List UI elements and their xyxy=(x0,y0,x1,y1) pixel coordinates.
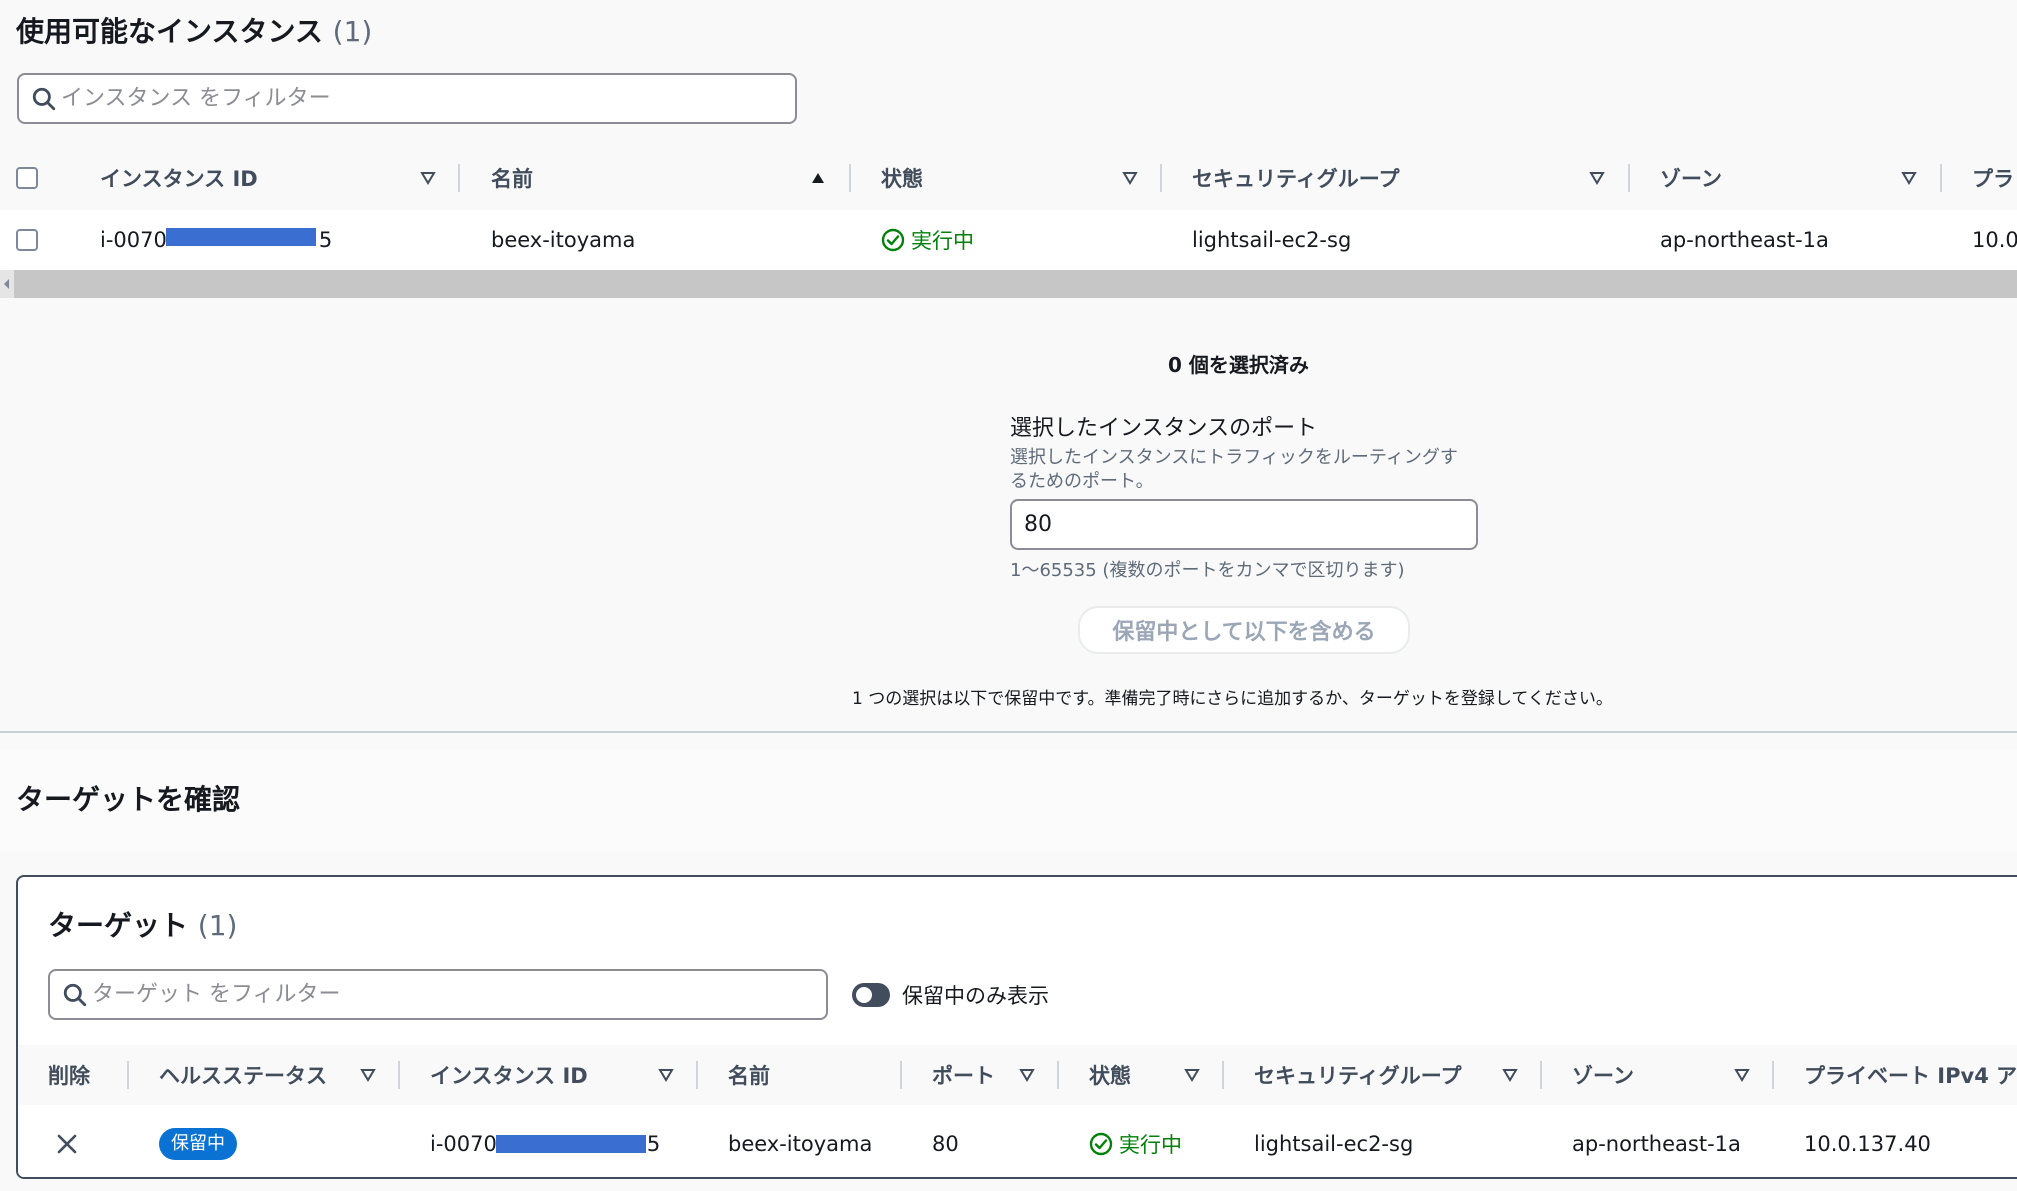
pending-badge: 保留中 xyxy=(159,1128,237,1160)
col-name: 名前 xyxy=(728,1064,770,1088)
name-cell: beex-itoyama xyxy=(491,228,636,252)
sort-down-icon[interactable] xyxy=(1184,1067,1200,1083)
port-description-2: るためのポート。 xyxy=(1010,471,1154,492)
col-instance-id[interactable]: インスタンス ID xyxy=(100,148,258,208)
column-divider[interactable] xyxy=(127,1061,129,1089)
sort-down-icon[interactable] xyxy=(1589,170,1605,186)
horizontal-scrollbar[interactable] xyxy=(0,270,2017,298)
check-circle-icon xyxy=(1089,1132,1113,1156)
targets-container: ターゲット (1) 保留中のみ表示 削除 ヘルスステータス インスタンス ID … xyxy=(16,875,2017,1179)
col-remove: 削除 xyxy=(48,1064,90,1088)
remove-icon[interactable] xyxy=(55,1132,79,1156)
pending-only-label: 保留中のみ表示 xyxy=(902,984,1049,1008)
check-circle-icon xyxy=(881,228,905,252)
column-divider[interactable] xyxy=(398,1061,400,1089)
zone-cell: ap-northeast-1a xyxy=(1572,1132,1741,1156)
instance-id-tail: 5 xyxy=(318,228,333,252)
port-description-1: 選択したインスタンスにトラフィックをルーティングす xyxy=(1010,447,1458,468)
zone-cell: ap-northeast-1a xyxy=(1660,228,1829,252)
redaction-mark xyxy=(166,228,316,246)
col-state[interactable]: 状態 xyxy=(1089,1045,1131,1105)
available-instances-title: 使用可能なインスタンス xyxy=(16,15,323,48)
col-security-group[interactable]: セキュリティグループ xyxy=(1254,1045,1461,1105)
col-security-group[interactable]: セキュリティグループ xyxy=(1192,148,1399,208)
col-private-ip[interactable]: プラ xyxy=(1972,148,2014,208)
column-divider[interactable] xyxy=(1540,1061,1542,1089)
column-divider[interactable] xyxy=(696,1061,698,1089)
security-group-cell: lightsail-ec2-sg xyxy=(1254,1132,1414,1156)
instance-id-tail: 5 xyxy=(646,1132,661,1156)
col-zone[interactable]: ゾーン xyxy=(1572,1045,1634,1105)
targets-heading: ターゲット (1) xyxy=(48,904,237,944)
col-port[interactable]: ポート xyxy=(932,1045,995,1105)
column-divider[interactable] xyxy=(1222,1061,1224,1089)
port-hint: 1～65535 (複数のポートをカンマで区切ります) xyxy=(1010,560,1405,581)
state-text: 実行中 xyxy=(1119,1133,1182,1157)
sort-down-icon[interactable] xyxy=(1901,170,1917,186)
review-section xyxy=(0,751,2017,851)
column-divider[interactable] xyxy=(1160,164,1162,192)
private-ip-cell: 10.0 xyxy=(1972,228,2017,252)
col-private-ip[interactable]: プライベート IPv4 ア xyxy=(1804,1045,2017,1105)
column-divider[interactable] xyxy=(1057,1061,1059,1089)
caret-left-icon xyxy=(4,279,9,289)
pending-note: 1 つの選択は以下で保留中です。準備完了時にさらに追加するか、ターゲットを登録し… xyxy=(852,689,1613,709)
col-state[interactable]: 状態 xyxy=(881,148,923,208)
toggle-knob xyxy=(856,987,872,1003)
port-cell: 80 xyxy=(932,1132,959,1156)
search-icon xyxy=(63,983,87,1006)
col-zone[interactable]: ゾーン xyxy=(1660,148,1722,208)
private-ip-cell: 10.0.137.40 xyxy=(1804,1132,1931,1156)
section-divider xyxy=(0,731,2017,733)
target-filter[interactable] xyxy=(48,969,828,1020)
targets-count: (1) xyxy=(197,909,238,942)
port-label: 選択したインスタンスのポート xyxy=(1010,416,1318,441)
redaction-mark xyxy=(496,1135,646,1153)
sort-down-icon[interactable] xyxy=(360,1067,376,1083)
sort-down-icon[interactable] xyxy=(1502,1067,1518,1083)
select-all-checkbox[interactable] xyxy=(16,167,38,189)
instance-filter[interactable] xyxy=(17,73,797,124)
sort-up-icon[interactable] xyxy=(810,170,826,186)
column-divider[interactable] xyxy=(1940,164,1942,192)
col-health-status[interactable]: ヘルスステータス xyxy=(159,1045,327,1105)
available-table-header: インスタンス ID 名前 状態 セキュリティグループ ゾーン プラ xyxy=(0,148,2017,208)
available-instances-heading: 使用可能なインスタンス (1) xyxy=(16,10,372,50)
available-instances-count: (1) xyxy=(332,15,373,48)
state-cell: 実行中 xyxy=(1089,1110,1182,1177)
sort-down-icon[interactable] xyxy=(658,1067,674,1083)
col-instance-id[interactable]: インスタンス ID xyxy=(430,1045,588,1105)
sort-down-icon[interactable] xyxy=(1019,1067,1035,1083)
column-divider[interactable] xyxy=(849,164,851,192)
scroll-left-arrow[interactable] xyxy=(0,270,14,298)
selected-count: 0 個を選択済み xyxy=(1168,353,1309,377)
instance-filter-input[interactable] xyxy=(57,86,795,111)
state-text: 実行中 xyxy=(911,229,974,253)
name-cell: beex-itoyama xyxy=(728,1132,873,1156)
column-divider[interactable] xyxy=(900,1061,902,1089)
health-status-cell: 保留中 xyxy=(159,1110,237,1177)
targets-table-header: 削除 ヘルスステータス インスタンス ID 名前 ポート 状態 セキュリティグル… xyxy=(18,1045,2017,1105)
sort-down-icon[interactable] xyxy=(420,170,436,186)
sort-down-icon[interactable] xyxy=(1734,1067,1750,1083)
column-divider[interactable] xyxy=(458,164,460,192)
pending-only-toggle[interactable] xyxy=(852,983,890,1007)
target-filter-input[interactable] xyxy=(88,982,826,1007)
table-row[interactable]: i-0070 5 beex-itoyama 実行中 lightsail-ec2-… xyxy=(0,210,2017,270)
instance-id-text: i-0070 xyxy=(430,1132,497,1156)
sort-down-icon[interactable] xyxy=(1122,170,1138,186)
column-divider[interactable] xyxy=(1772,1061,1774,1089)
table-row[interactable]: 保留中 i-0070 5 beex-itoyama 80 実行中 lightsa… xyxy=(18,1110,2017,1177)
security-group-cell: lightsail-ec2-sg xyxy=(1192,228,1352,252)
targets-title: ターゲット xyxy=(48,909,189,942)
column-divider[interactable] xyxy=(1628,164,1630,192)
col-name[interactable]: 名前 xyxy=(491,148,533,208)
row-checkbox[interactable] xyxy=(16,229,38,251)
search-icon xyxy=(32,87,56,110)
state-cell: 実行中 xyxy=(881,210,974,270)
include-as-pending-button[interactable]: 保留中として以下を含める xyxy=(1078,606,1410,654)
review-targets-title: ターゲットを確認 xyxy=(16,783,241,816)
port-input[interactable] xyxy=(1010,499,1478,550)
instance-id-text: i-0070 xyxy=(100,228,167,252)
